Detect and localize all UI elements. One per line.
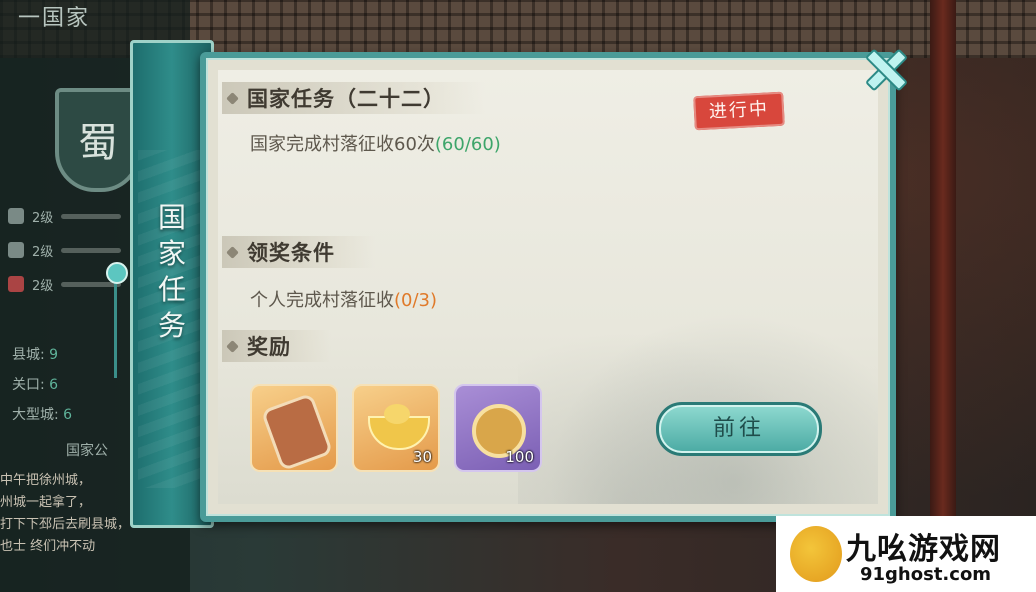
diamond-icon: [226, 339, 239, 353]
stat-row: 2级: [8, 274, 122, 294]
diamond-icon: [226, 245, 239, 259]
gold-ingot-icon: [368, 404, 430, 450]
red-pillar: [930, 0, 956, 592]
condition-section-header: 领奖条件: [222, 236, 375, 268]
info-line: 关口: 6: [12, 377, 59, 393]
stat-bar: [61, 247, 122, 253]
task-description: 国家完成村落征收60次(60/60): [250, 134, 501, 155]
shield-icon: [8, 242, 24, 258]
info-line: 县城: 9: [12, 347, 59, 363]
rewards-heading: 奖励: [247, 334, 291, 359]
condition-description: 个人完成村落征收(0/3): [250, 290, 438, 311]
site-logo-icon: [790, 526, 842, 582]
go-button[interactable]: 前往: [656, 402, 822, 456]
reward-quantity: 30: [412, 448, 432, 466]
rewards-section-header: 奖励: [222, 330, 331, 362]
ink-mountains: [518, 284, 878, 504]
alert-icon: [8, 208, 24, 224]
stat-bar: [61, 213, 122, 219]
reward-quantity: 100: [505, 448, 534, 466]
emblem-char: 蜀: [78, 120, 118, 166]
spine-title: 国家任务: [157, 201, 186, 342]
task-section-header: 国家任务（二十二）: [222, 82, 485, 114]
diamond-icon: [226, 91, 239, 105]
stat-level: 2级: [32, 278, 54, 294]
info-line: 大型城: 6: [12, 407, 73, 423]
reward-item-medal[interactable]: 100: [454, 384, 542, 472]
stat-level: 2级: [32, 210, 54, 226]
stat-row: 2级: [8, 240, 122, 260]
notice-heading: 国家公: [66, 443, 108, 459]
status-stamp: 进行中: [693, 91, 785, 131]
condition-progress: (0/3): [394, 290, 438, 311]
watermark-url: 91ghost.com: [860, 564, 992, 585]
task-heading: 国家任务（二十二）: [247, 86, 445, 111]
token-icon: [260, 392, 334, 472]
site-watermark: 九吆游戏网 91ghost.com: [776, 516, 1036, 592]
reward-item-token[interactable]: [250, 384, 338, 472]
stat-level: 2级: [32, 244, 54, 260]
banner-icon: [8, 276, 24, 292]
scroll-knob: [106, 262, 128, 284]
stat-row: 2级: [8, 206, 122, 226]
country-panel-title: 一国家: [18, 6, 91, 31]
close-icon[interactable]: [860, 44, 908, 92]
task-progress: (60/60): [434, 134, 501, 155]
country-emblem: 蜀: [55, 88, 141, 192]
reward-item-gold-ingot[interactable]: 30: [352, 384, 440, 472]
watermark-title: 九吆游戏网: [846, 532, 1001, 567]
condition-heading: 领奖条件: [247, 240, 335, 265]
